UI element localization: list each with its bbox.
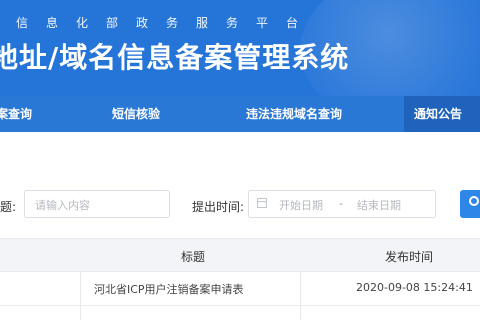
submit-time-label: 提出时间: xyxy=(192,200,245,214)
main-nav: 案查询 短信核验 违法违规域名查询 通知公告 xyxy=(0,96,480,132)
search-button[interactable] xyxy=(460,190,480,218)
title-search-placeholder: 请输入内容 xyxy=(35,199,90,212)
nav-item-notices[interactable]: 通知公告 xyxy=(404,96,480,132)
header-banner: 信息化部政务服务平台 地址/域名信息备案管理系统 xyxy=(0,0,480,96)
row-date: 2020-09-08 15:24:41 xyxy=(356,281,473,294)
nav-item-sms-verify[interactable]: 短信核验 xyxy=(112,96,160,132)
search-icon xyxy=(469,196,479,206)
banner-subtitle: 信息化部政务服务平台 xyxy=(16,16,317,30)
column-header-date: 发布时间 xyxy=(385,250,434,264)
row-title[interactable]: 河北省ICP用户注销备案申请表 xyxy=(94,281,244,297)
table-row-partial xyxy=(0,306,480,320)
calendar-icon xyxy=(257,198,267,208)
column-divider xyxy=(80,272,81,306)
column-header-title: 标题 xyxy=(181,250,206,264)
table-header: 标题 发布时间 xyxy=(0,238,480,272)
search-panel xyxy=(0,132,480,238)
date-range-input[interactable]: 开始日期 - 结束日期 xyxy=(248,190,436,218)
nav-item-illegal-domain-query[interactable]: 违法违规域名查询 xyxy=(246,96,342,132)
title-search-input[interactable]: 请输入内容 xyxy=(24,190,170,218)
column-divider xyxy=(300,306,301,320)
end-date-placeholder[interactable]: 结束日期 xyxy=(357,197,401,213)
start-date-placeholder[interactable]: 开始日期 xyxy=(279,197,323,213)
nav-item-filing-query[interactable]: 案查询 xyxy=(0,96,32,132)
column-divider xyxy=(80,306,81,320)
table-row[interactable]: 河北省ICP用户注销备案申请表 2020-09-08 15:24:41 xyxy=(0,272,480,306)
range-separator: - xyxy=(339,197,343,210)
column-divider xyxy=(300,272,301,306)
page-title: 地址/域名信息备案管理系统 xyxy=(0,41,350,74)
title-label: 题: xyxy=(0,200,17,214)
